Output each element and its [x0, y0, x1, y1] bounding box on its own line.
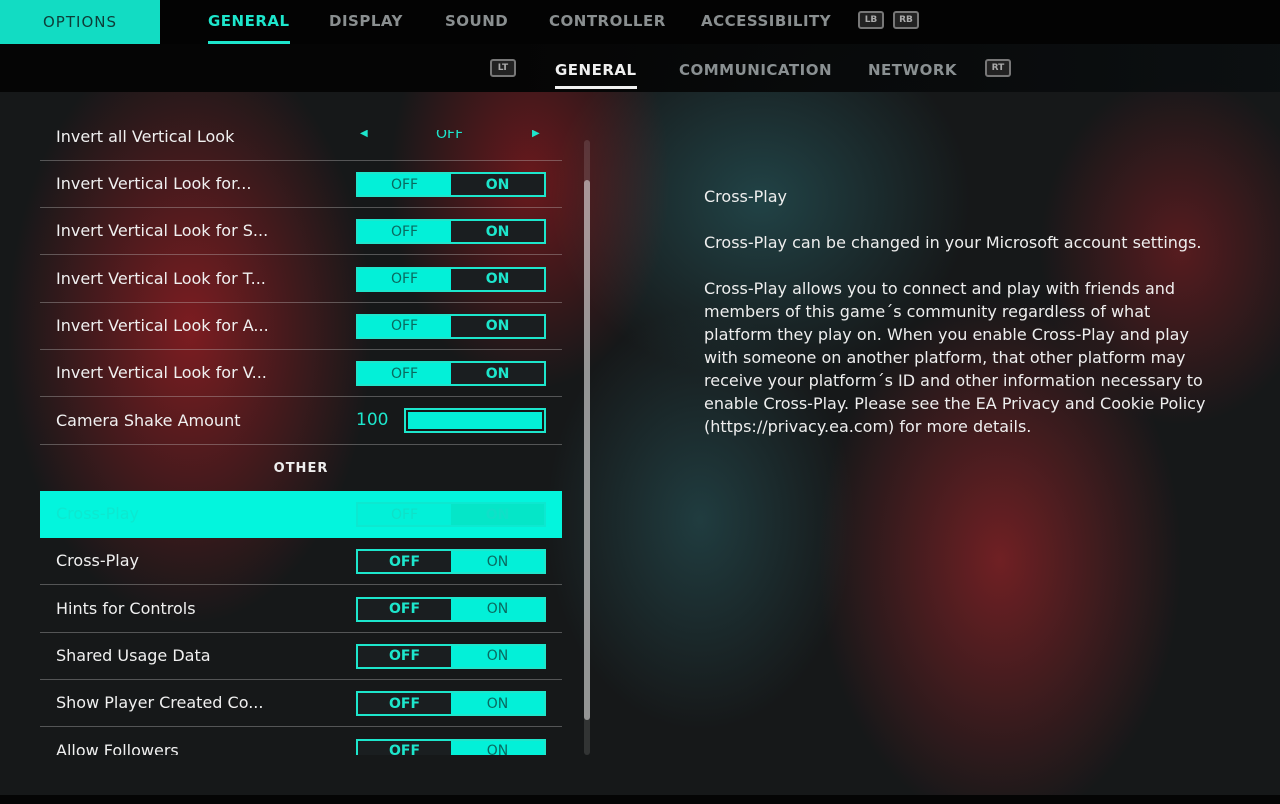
toggle-on[interactable]: ON	[451, 504, 544, 525]
off-on-toggle[interactable]: OFF ON	[356, 549, 546, 575]
setting-label: Invert Vertical Look for A...	[56, 315, 269, 335]
setting-row-invert-all[interactable]: Invert all Vertical Look ◀ OFF ▶	[40, 130, 562, 161]
setting-row[interactable]: Invert Vertical Look for T... OFF ON	[40, 256, 562, 303]
toggle-on[interactable]: ON	[451, 268, 544, 290]
toggle-off[interactable]: OFF	[358, 504, 451, 525]
toggle-on[interactable]: ON	[451, 174, 544, 195]
scrollbar[interactable]	[584, 140, 590, 755]
lt-button-hint[interactable]: LT	[490, 59, 516, 77]
section-header-other: OTHER	[273, 461, 329, 476]
toggle-off[interactable]: OFF	[358, 315, 451, 337]
setting-row[interactable]: Invert Vertical Look for... OFF ON	[40, 161, 562, 208]
off-on-toggle[interactable]: OFF ON	[356, 738, 546, 755]
toggle-off[interactable]: OFF	[358, 221, 451, 243]
scrollbar-thumb[interactable]	[584, 180, 590, 720]
setting-label: Cross-Play	[56, 504, 139, 523]
off-on-toggle[interactable]: OFF ON	[356, 502, 546, 527]
subtab-network[interactable]: NETWORK	[868, 61, 957, 79]
setting-label: Invert Vertical Look for V...	[56, 363, 267, 383]
description-text-1: Cross-Play can be changed in your Micros…	[704, 233, 1202, 252]
off-on-toggle[interactable]: OFF ON	[356, 266, 546, 292]
arrow-left-icon[interactable]: ◀	[360, 130, 368, 139]
setting-row[interactable]: Invert Vertical Look for A... OFF ON	[40, 303, 562, 350]
toggle-off[interactable]: OFF	[358, 268, 451, 290]
off-on-toggle[interactable]: OFF ON	[356, 596, 546, 622]
slider-fill	[408, 411, 542, 429]
subtab-general[interactable]: GENERAL	[555, 61, 637, 89]
toggle-on[interactable]: ON	[451, 645, 544, 667]
tab-controller[interactable]: CONTROLLER	[549, 12, 666, 30]
rb-button-hint[interactable]: RB	[893, 11, 919, 29]
setting-row[interactable]: Hints for Controls OFF ON	[40, 586, 562, 633]
setting-label: Allow Followers	[56, 740, 179, 756]
toggle-on[interactable]: ON	[451, 598, 544, 620]
setting-label: Hints for Controls	[56, 598, 196, 618]
setting-label: Shared Usage Data	[56, 645, 211, 665]
setting-label: Invert Vertical Look for T...	[56, 268, 266, 288]
bottom-bar	[0, 795, 1280, 804]
arrow-right-icon[interactable]: ▶	[532, 130, 540, 139]
toggle-off[interactable]: OFF	[358, 551, 451, 573]
setting-label: Cross-Play	[56, 551, 139, 571]
setting-label: Invert Vertical Look for S...	[56, 221, 269, 241]
setting-row-camera-shake[interactable]: Camera Shake Amount 100	[40, 398, 562, 445]
toggle-off[interactable]: OFF	[358, 645, 451, 667]
description-panel: Cross-Play Cross-Play can be changed in …	[704, 185, 1214, 461]
off-on-toggle[interactable]: OFF ON	[356, 172, 546, 197]
off-on-toggle[interactable]: OFF ON	[356, 313, 546, 339]
rt-button-hint[interactable]: RT	[985, 59, 1011, 77]
subtab-communication[interactable]: COMMUNICATION	[679, 61, 832, 79]
toggle-on[interactable]: ON	[451, 693, 544, 715]
sub-nav	[0, 44, 1280, 92]
toggle-on[interactable]: ON	[451, 740, 544, 755]
setting-label: Invert Vertical Look for...	[56, 174, 252, 193]
toggle-off[interactable]: OFF	[358, 174, 451, 195]
tab-accessibility[interactable]: ACCESSIBILITY	[701, 12, 831, 30]
toggle-on[interactable]: ON	[451, 363, 544, 385]
setting-label: Invert all Vertical Look	[56, 130, 235, 146]
toggle-off[interactable]: OFF	[358, 740, 451, 755]
camera-shake-slider[interactable]	[404, 407, 546, 433]
tab-sound[interactable]: SOUND	[445, 12, 508, 30]
setting-row[interactable]: Allow Followers OFF ON	[40, 728, 562, 756]
off-on-toggle[interactable]: OFF ON	[356, 219, 546, 245]
toggle-off[interactable]: OFF	[358, 598, 451, 620]
lb-button-hint[interactable]: LB	[858, 11, 884, 29]
toggle-on[interactable]: ON	[451, 315, 544, 337]
options-title: OPTIONS	[0, 0, 160, 44]
description-title: Cross-Play	[704, 187, 787, 206]
off-on-toggle[interactable]: OFF ON	[356, 361, 546, 387]
tab-display[interactable]: DISPLAY	[329, 12, 403, 30]
off-on-toggle[interactable]: OFF ON	[356, 643, 546, 669]
setting-label: Show Player Created Co...	[56, 693, 264, 713]
toggle-off[interactable]: OFF	[358, 693, 451, 715]
setting-row[interactable]: Cross-Play OFF ON	[40, 491, 562, 538]
off-on-toggle[interactable]: OFF ON	[356, 691, 546, 717]
slider-value: 100	[356, 409, 389, 430]
settings-list: Invert all Vertical Look ◀ OFF ▶ Invert …	[40, 130, 562, 755]
setting-row[interactable]: Invert Vertical Look for V... OFF ON	[40, 350, 562, 398]
description-text-2: Cross-Play allows you to connect and pla…	[704, 279, 1206, 436]
setting-row[interactable]: Show Player Created Co... OFF ON	[40, 680, 562, 728]
tab-general[interactable]: GENERAL	[208, 12, 290, 44]
setting-row[interactable]: Cross-Play OFF ON	[40, 538, 562, 586]
toggle-on[interactable]: ON	[451, 551, 544, 573]
toggle-off[interactable]: OFF	[358, 363, 451, 385]
setting-row[interactable]: Shared Usage Data OFF ON	[40, 633, 562, 680]
setting-row[interactable]: Invert Vertical Look for S... OFF ON	[40, 208, 562, 256]
setting-value: OFF	[436, 130, 464, 142]
setting-label: Camera Shake Amount	[56, 410, 241, 430]
toggle-on[interactable]: ON	[451, 221, 544, 243]
